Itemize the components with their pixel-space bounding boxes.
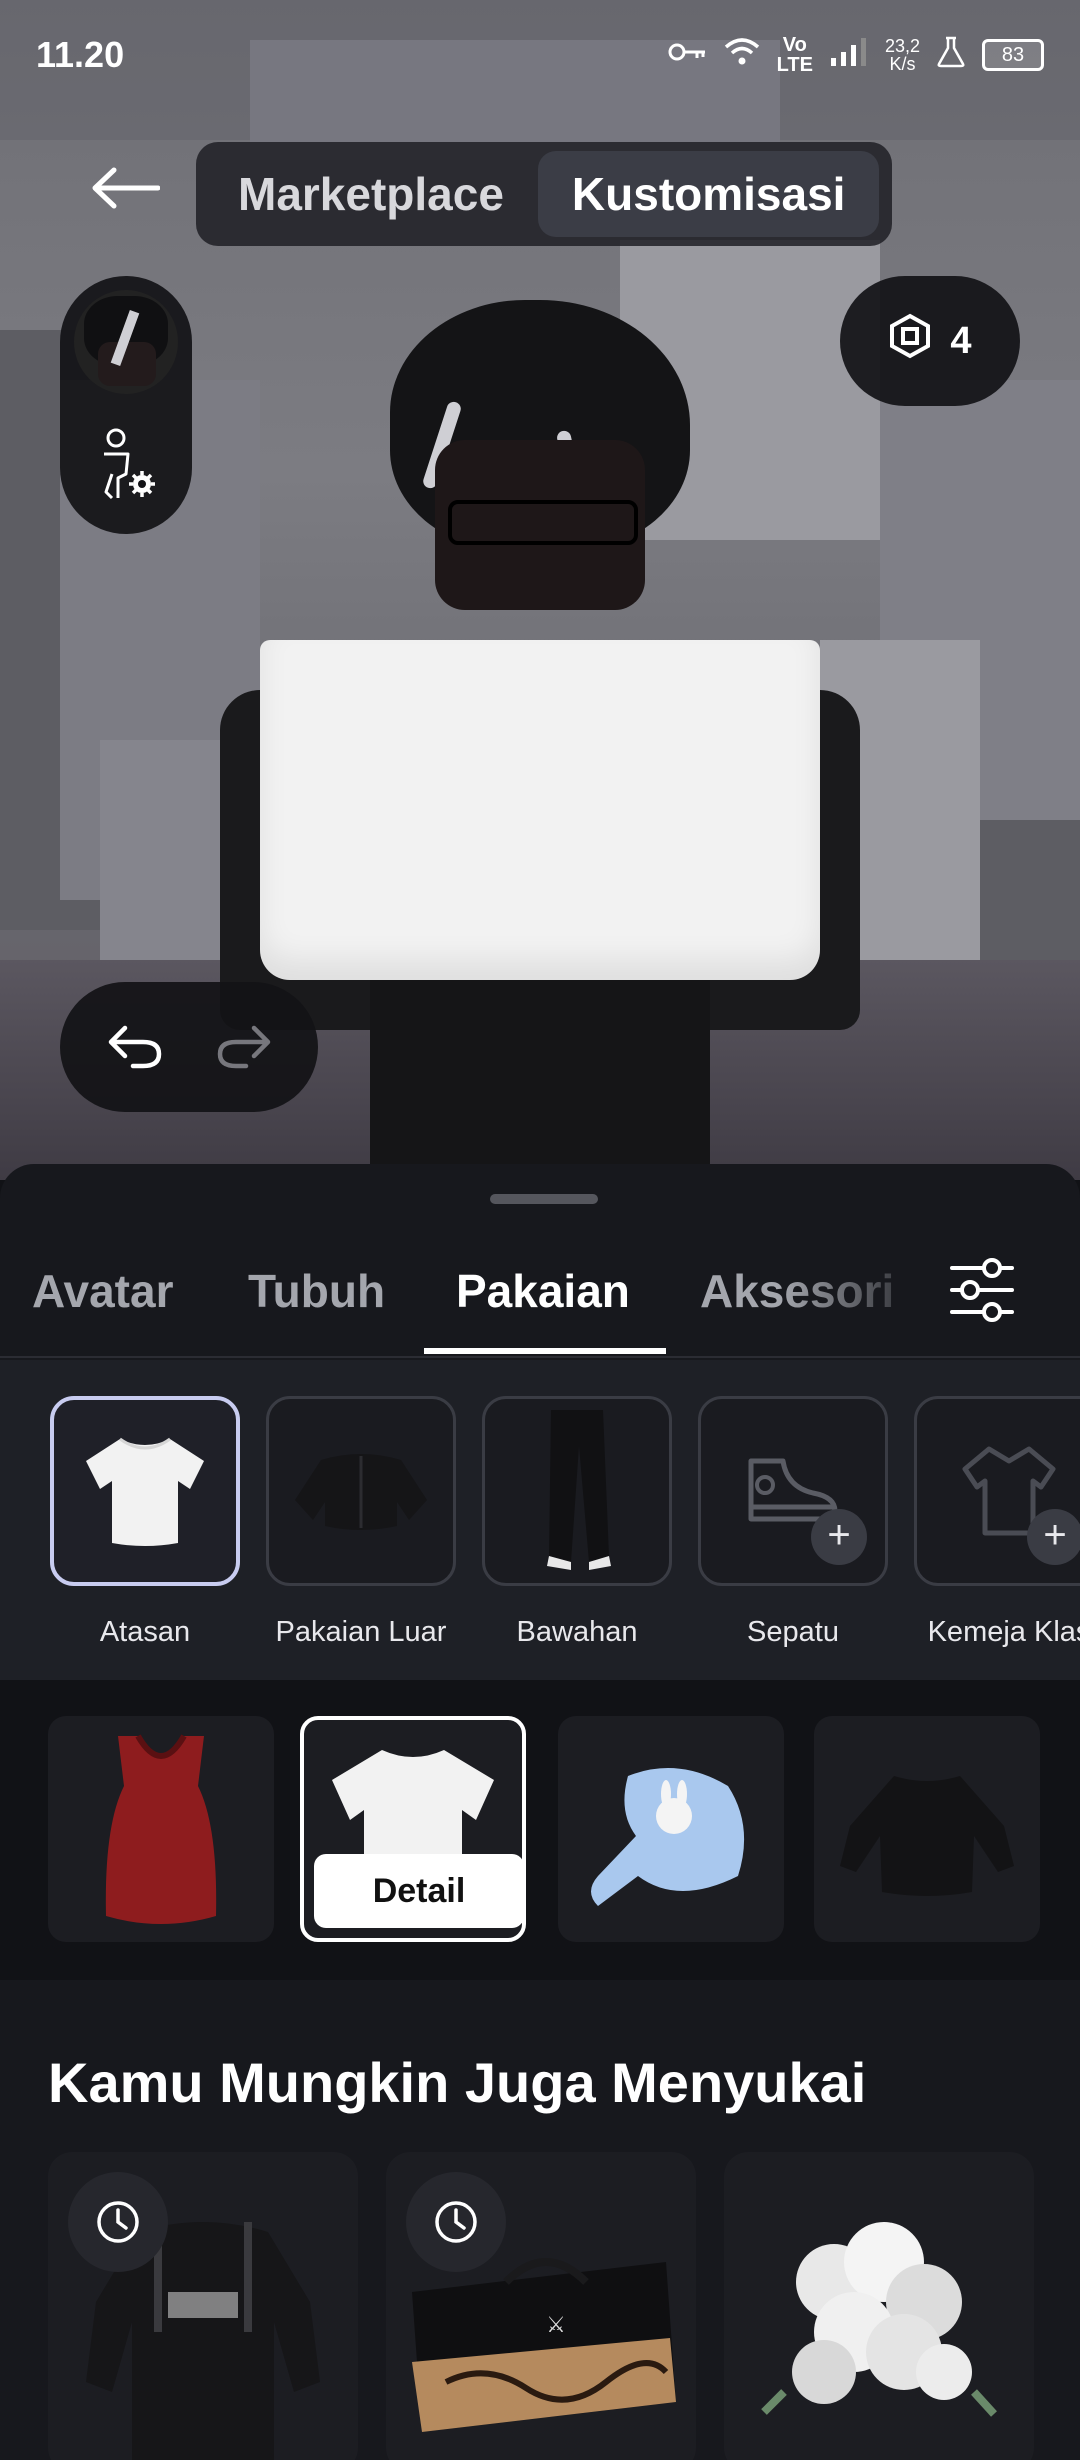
add-icon: + bbox=[811, 1509, 867, 1565]
avatar-settings-button[interactable] bbox=[90, 426, 162, 506]
wifi-icon bbox=[723, 36, 761, 74]
undo-button[interactable] bbox=[105, 1020, 165, 1075]
avatar-thumbnail[interactable] bbox=[74, 290, 178, 394]
active-tab-indicator bbox=[424, 1348, 666, 1354]
rec-card-2[interactable]: ⚔ bbox=[386, 2152, 696, 2460]
tab-marketplace[interactable]: Marketplace bbox=[204, 151, 538, 237]
undo-redo-controls bbox=[60, 982, 318, 1112]
tank-top-image bbox=[105, 1734, 217, 1924]
category-row: Atasan Pakaian Luar Bawahan + Sepatu + K… bbox=[0, 1360, 1080, 1680]
detail-button[interactable]: Detail bbox=[314, 1854, 522, 1928]
battery-indicator: 83 bbox=[982, 39, 1044, 71]
signal-icon bbox=[829, 36, 869, 74]
undo-icon bbox=[108, 1025, 161, 1068]
clock-icon bbox=[406, 2172, 506, 2272]
item-black-longsleeve[interactable] bbox=[814, 1716, 1040, 1942]
category-sepatu[interactable]: + Sepatu bbox=[698, 1396, 888, 1649]
tab-kustomisasi[interactable]: Kustomisasi bbox=[537, 151, 880, 237]
tab-pakaian[interactable]: Pakaian bbox=[456, 1222, 630, 1360]
robux-amount: 4 bbox=[950, 319, 972, 362]
item-white-tshirt[interactable]: Detail bbox=[300, 1716, 526, 1942]
item-red-tank-top[interactable] bbox=[48, 1716, 274, 1942]
network-speed: 23,2 K/s bbox=[884, 36, 920, 74]
vpn-key-icon bbox=[667, 38, 707, 72]
jacket-icon bbox=[295, 1454, 427, 1530]
tab-avatar[interactable]: Avatar bbox=[32, 1222, 173, 1360]
status-bar: 11.20 Vo LTE 23,2 K/s 83 bbox=[0, 0, 1080, 110]
category-pakaian-luar[interactable]: Pakaian Luar bbox=[266, 1396, 456, 1649]
tab-tubuh[interactable]: Tubuh bbox=[248, 1222, 385, 1360]
avatar-side-panel bbox=[60, 276, 192, 534]
item-grid: Detail bbox=[0, 1680, 1080, 1980]
redo-button[interactable] bbox=[214, 1020, 274, 1075]
flask-icon bbox=[936, 36, 966, 74]
rec-card-3[interactable] bbox=[724, 2152, 1034, 2460]
robux-balance[interactable]: 4 bbox=[840, 276, 1020, 406]
sliders-icon bbox=[950, 1258, 1014, 1322]
arrow-left-icon bbox=[90, 166, 161, 215]
sheet-drag-handle[interactable] bbox=[490, 1194, 598, 1204]
mode-switcher: Marketplace Kustomisasi bbox=[196, 142, 892, 246]
category-atasan[interactable]: Atasan bbox=[50, 1396, 240, 1649]
svg-text:⚔: ⚔ bbox=[546, 2313, 566, 2338]
item-blue-sweater[interactable] bbox=[558, 1716, 784, 1942]
recommendations-title: Kamu Mungkin Juga Menyukai bbox=[48, 2051, 867, 2114]
category-bawahan[interactable]: Bawahan bbox=[482, 1396, 672, 1649]
robux-icon bbox=[888, 313, 932, 369]
add-icon: + bbox=[1027, 1509, 1080, 1565]
filter-button[interactable] bbox=[946, 1254, 1018, 1326]
status-time: 11.20 bbox=[36, 34, 125, 75]
pants-icon bbox=[547, 1410, 611, 1570]
redo-icon bbox=[217, 1025, 270, 1068]
clock-icon bbox=[68, 2172, 168, 2272]
rec-card-1[interactable] bbox=[48, 2152, 358, 2460]
tshirt-icon bbox=[86, 1437, 204, 1546]
longsleeve-image bbox=[840, 1776, 1014, 1896]
category-kemeja-klasik[interactable]: + Kemeja Klas bbox=[914, 1396, 1080, 1649]
volte-indicator: Vo LTE bbox=[776, 34, 813, 76]
sweater-image bbox=[591, 1768, 745, 1906]
back-button[interactable] bbox=[80, 150, 170, 230]
rec-item-image-3 bbox=[761, 2222, 997, 2417]
person-gear-icon bbox=[104, 428, 155, 500]
